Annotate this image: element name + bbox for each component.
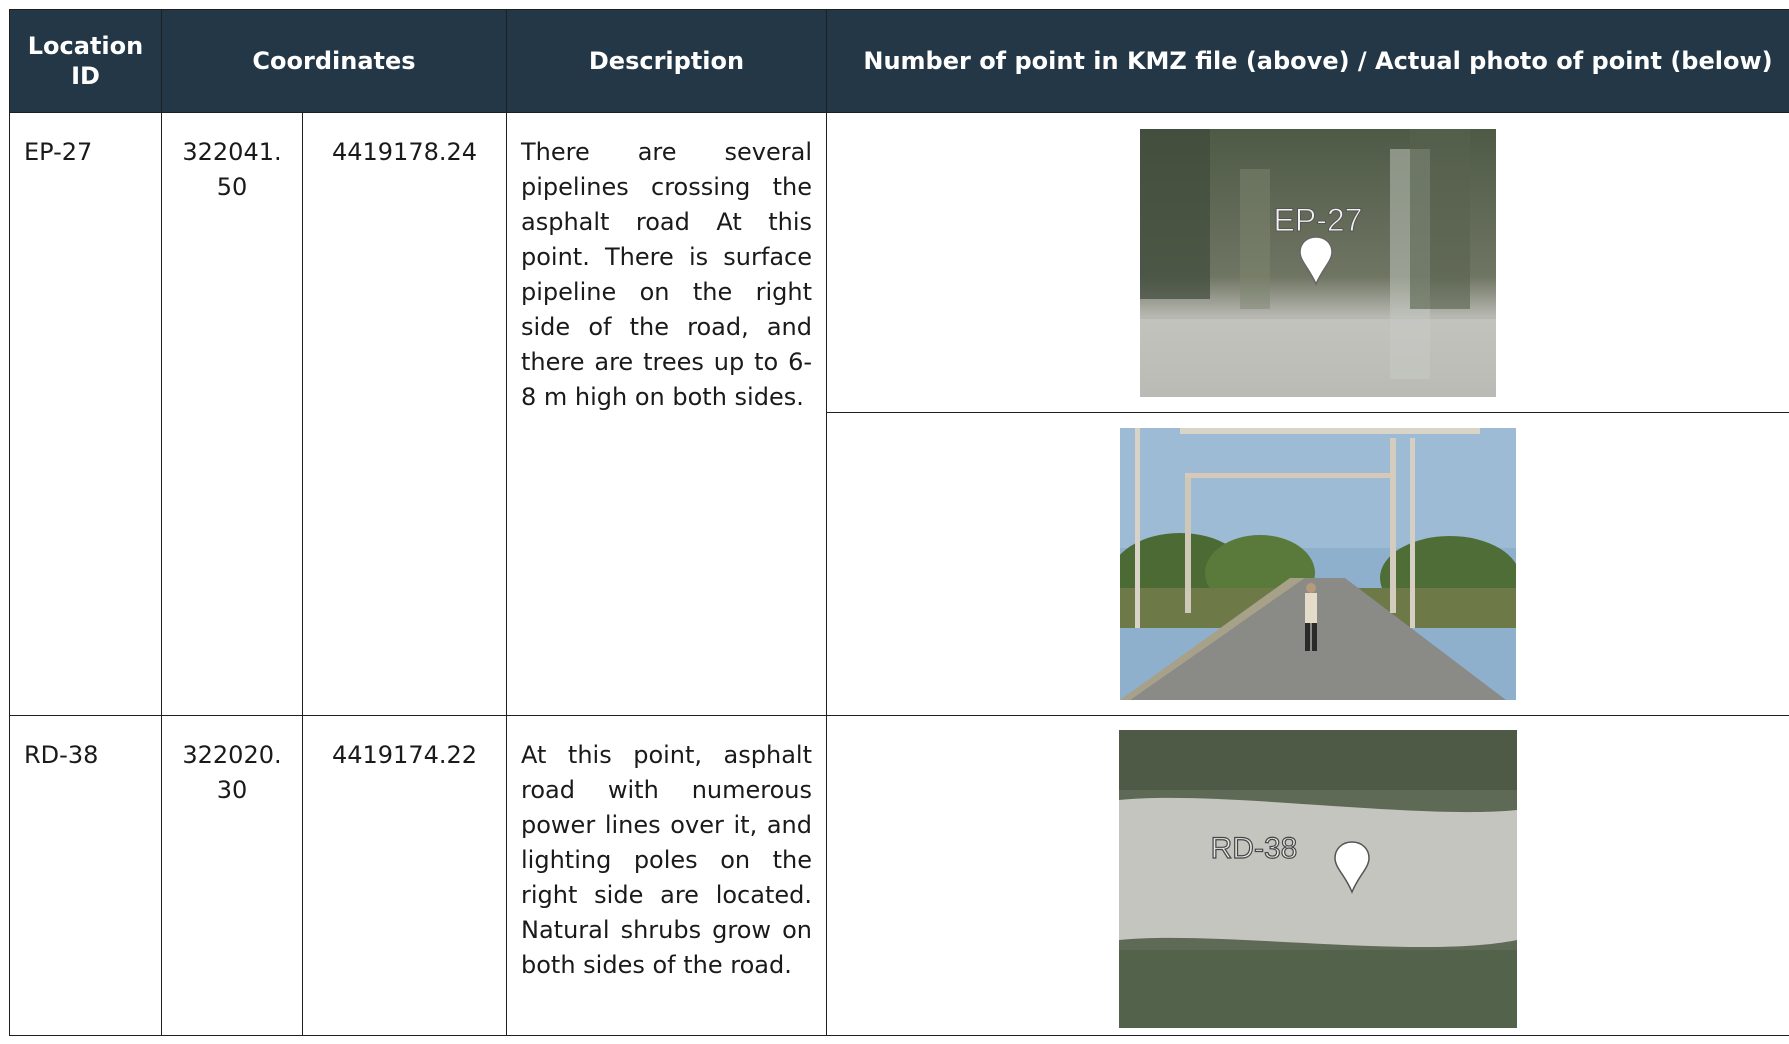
description-cell: At this point, asphalt road with numerou… — [506, 715, 827, 1036]
location-id-cell: EP-27 — [9, 112, 162, 716]
location-table: Location ID Coordinates Description Numb… — [9, 9, 1789, 1036]
coordinate-y-cell: 4419174.22 — [302, 715, 507, 1036]
location-id-cell: RD-38 — [9, 715, 162, 1036]
kmz-point-label: RD-38 — [1211, 832, 1298, 865]
header-photo: Number of point in KMZ file (above) / Ac… — [826, 9, 1789, 113]
actual-photo-cell — [826, 412, 1789, 716]
header-coordinates: Coordinates — [161, 9, 507, 113]
kmz-screenshot-cell: RD-38 — [826, 715, 1789, 1036]
description-cell: There are several pipelines crossing the… — [506, 112, 827, 716]
kmz-point-label: EP-27 — [1274, 202, 1363, 238]
table-row: EP-27 322041.50 4419178.24 There are sev… — [9, 112, 1789, 716]
coordinate-x-cell: 322020.30 — [161, 715, 303, 1036]
document-table-wrapper: Location ID Coordinates Description Numb… — [9, 9, 1789, 1044]
header-location-id: Location ID — [9, 9, 162, 113]
header-description: Description — [506, 9, 827, 113]
kmz-satellite-image: EP-27 — [1140, 128, 1496, 397]
road-photo — [1120, 428, 1516, 700]
kmz-screenshot-cell: EP-27 — [826, 112, 1789, 413]
coordinate-y-cell: 4419178.24 — [302, 112, 507, 716]
coordinate-x-cell: 322041.50 — [161, 112, 303, 716]
kmz-satellite-image: RD-38 — [1119, 730, 1517, 1028]
table-row: RD-38 322020.30 4419174.22 At this point… — [9, 715, 1789, 1036]
coordinate-x: 322020.30 — [182, 741, 282, 804]
table-header-row: Location ID Coordinates Description Numb… — [9, 9, 1789, 113]
coordinate-x: 322041.50 — [182, 138, 282, 201]
